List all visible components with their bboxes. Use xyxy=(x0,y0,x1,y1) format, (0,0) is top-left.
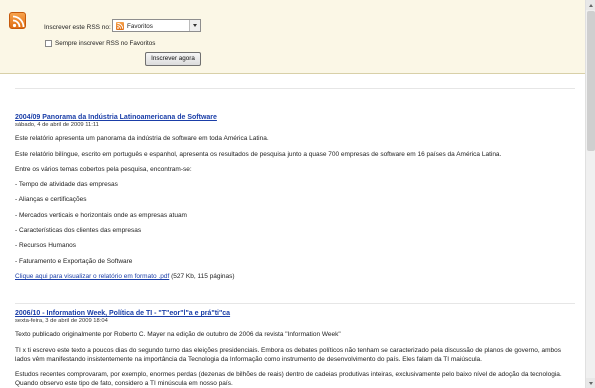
entry-list-item: - Faturamento e Exportação de Software xyxy=(15,257,133,265)
subscribe-now-button[interactable]: Inscrever agora xyxy=(145,52,201,66)
report-link-paragraph: Clique aqui para visualizar o relatório … xyxy=(15,272,575,281)
entry-title-link[interactable]: 2004/09 Panorama da Indústria Latinoamer… xyxy=(15,114,575,121)
entry-list-item: - Alianças e certificações xyxy=(15,196,87,204)
entry-title-link[interactable]: 2006/10 - Information Week, Política de … xyxy=(15,310,575,317)
entry-list-item: - Características dos clientes das empre… xyxy=(15,227,142,235)
scroll-down-arrow-icon[interactable] xyxy=(586,378,595,388)
always-subscribe-checkbox[interactable] xyxy=(45,40,52,47)
entry-body: Texto publicado originalmente por Robert… xyxy=(15,330,575,388)
separator xyxy=(15,303,575,304)
chevron-down-icon[interactable] xyxy=(189,20,200,31)
entry-paragraph: Estudos recentes comprovaram, por exempl… xyxy=(15,370,562,387)
entry-date: sexta-feira, 3 de abril de 2009 18:04 xyxy=(15,318,108,324)
always-subscribe-label: Sempre inscrever RSS no Favoritos xyxy=(55,40,156,47)
subscribe-panel: Inscrever este RSS no: Favoritos Sempre … xyxy=(0,0,595,74)
entry-list-item: - Mercados verticais e horizontais onde … xyxy=(15,211,187,219)
feed-content: 2004/09 Panorama da Indústria Latinoamer… xyxy=(15,88,575,387)
rss-feed-icon xyxy=(9,12,26,29)
report-link-details: (527 Kb, 115 páginas) xyxy=(169,272,235,280)
scrollbar-thumb[interactable] xyxy=(587,11,595,151)
entry-paragraph: Texto publicado originalmente por Robert… xyxy=(15,331,341,339)
feed-entry: 2006/10 - Information Week, Política de … xyxy=(15,303,575,388)
favorites-folder-icon xyxy=(116,22,124,30)
feed-folder-select[interactable]: Favoritos xyxy=(112,19,201,32)
subscribe-label: Inscrever este RSS no: xyxy=(44,24,111,31)
feed-select-value: Favoritos xyxy=(127,22,153,30)
separator xyxy=(15,88,575,89)
vertical-scrollbar[interactable] xyxy=(585,0,595,388)
entry-paragraph: Entre os vários temas cobertos pela pesq… xyxy=(15,165,192,173)
entry-paragraph: Este relatório bilíngue, escrito em port… xyxy=(15,150,502,158)
entry-date: sábado, 4 de abril de 2009 11:11 xyxy=(15,122,99,128)
entry-list-item: - Tempo de atividade das empresas xyxy=(15,181,118,189)
entry-paragraph: Este relatório apresenta um panorama da … xyxy=(15,135,269,143)
entry-paragraph: TI x ti escrevo este texto a poucos dias… xyxy=(15,346,561,363)
entry-list-item: - Recursos Humanos xyxy=(15,242,77,250)
scroll-up-arrow-icon[interactable] xyxy=(586,0,595,10)
report-pdf-link[interactable]: Clique aqui para visualizar o relatório … xyxy=(15,273,169,280)
entry-body: Este relatório apresenta um panorama da … xyxy=(15,134,575,281)
feed-entry: 2004/09 Panorama da Indústria Latinoamer… xyxy=(15,114,575,281)
